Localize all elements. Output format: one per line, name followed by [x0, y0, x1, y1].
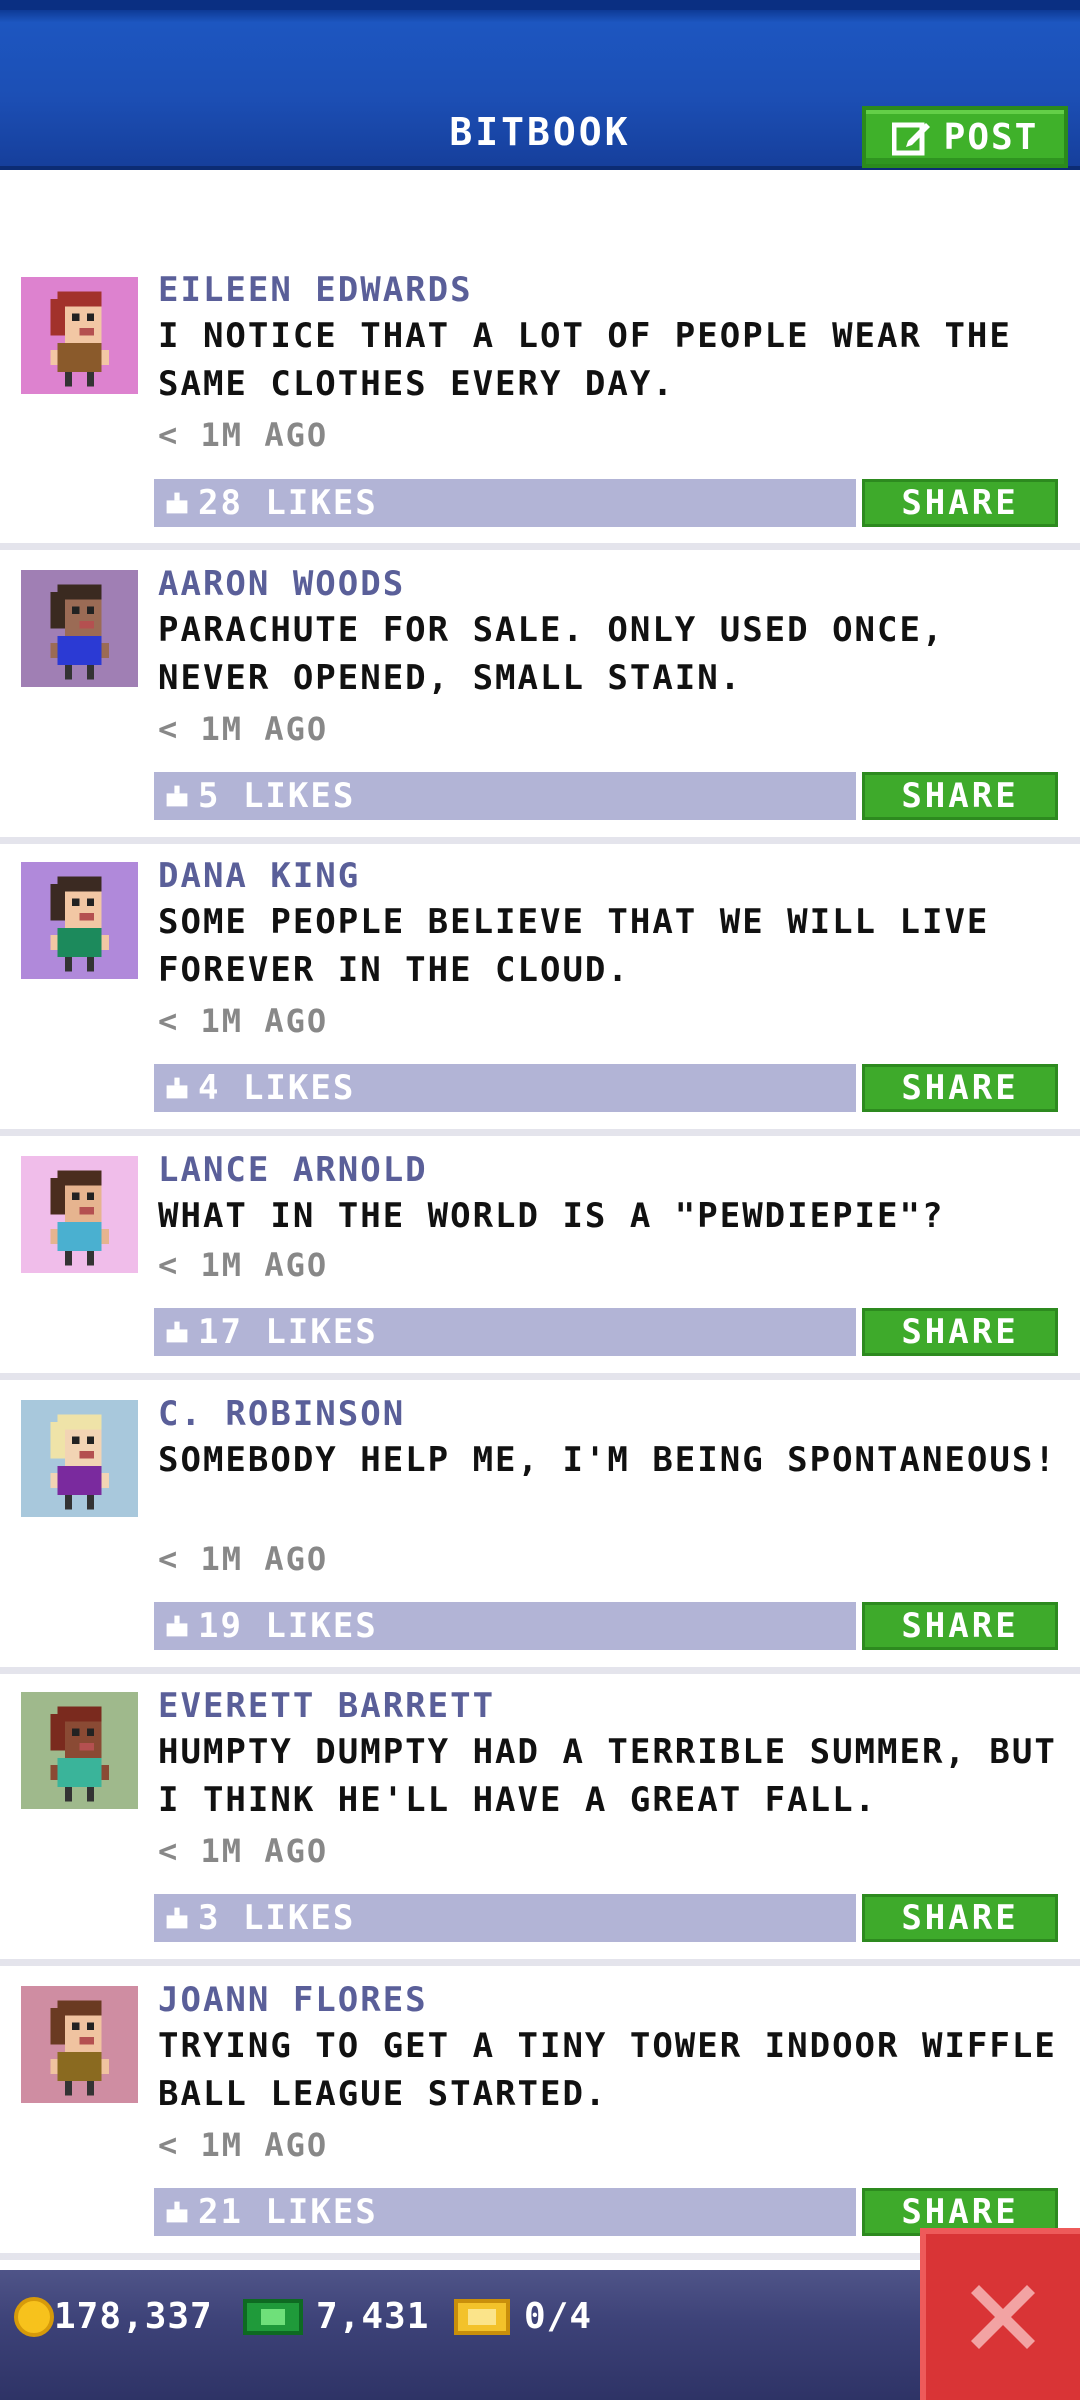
- like-bar[interactable]: 28 LIKES: [154, 479, 856, 527]
- feed-post: LANCE ARNOLD WHAT IN THE WORLD IS A "PEW…: [0, 1136, 1080, 1380]
- share-button[interactable]: SHARE: [862, 479, 1058, 527]
- bux-balance: 7,431: [240, 2296, 429, 2337]
- post-time: < 1M AGO: [158, 1246, 329, 1284]
- post-author[interactable]: AARON WOODS: [158, 564, 405, 604]
- feed-post: AARON WOODS PARACHUTE FOR SALE. ONLY USE…: [0, 550, 1080, 844]
- like-count: 17 LIKES: [198, 1312, 378, 1352]
- thumbs-up-icon: [166, 2201, 188, 2223]
- thumbs-up-icon: [166, 492, 188, 514]
- person-avatar-icon: [21, 1400, 138, 1517]
- close-button[interactable]: [920, 2228, 1080, 2400]
- post-button[interactable]: POST: [862, 106, 1068, 168]
- thumbs-up-icon: [166, 1615, 188, 1637]
- post-time: < 1M AGO: [158, 710, 329, 748]
- avatar[interactable]: [21, 1692, 138, 1809]
- post-button-label: POST: [943, 116, 1039, 158]
- like-bar[interactable]: 4 LIKES: [154, 1064, 856, 1112]
- like-bar[interactable]: 21 LIKES: [154, 2188, 856, 2236]
- post-text: PARACHUTE FOR SALE. ONLY USED ONCE, NEVE…: [158, 610, 945, 698]
- coin-balance: 178,337: [14, 2296, 213, 2337]
- coin-icon: [14, 2296, 54, 2337]
- person-avatar-icon: [21, 570, 138, 687]
- ticket-icon: [454, 2298, 510, 2335]
- post-time: < 1M AGO: [158, 2126, 329, 2164]
- post-time: < 1M AGO: [158, 416, 329, 454]
- like-count: 3 LIKES: [198, 1898, 356, 1938]
- ticket-balance: 0/4: [452, 2296, 592, 2337]
- post-text: I NOTICE THAT A LOT OF PEOPLE WEAR THE S…: [158, 316, 1012, 404]
- share-button[interactable]: SHARE: [862, 772, 1058, 820]
- bux-icon: [243, 2298, 303, 2335]
- person-avatar-icon: [21, 277, 138, 394]
- post-author[interactable]: DANA KING: [158, 856, 360, 896]
- avatar[interactable]: [21, 1400, 138, 1517]
- feed-post: EVERETT BARRETT HUMPTY DUMPTY HAD A TERR…: [0, 1674, 1080, 1966]
- like-count: 5 LIKES: [198, 776, 356, 816]
- person-avatar-icon: [21, 1692, 138, 1809]
- post-text: TRYING TO GET A TINY TOWER INDOOR WIFFLE…: [158, 2026, 1057, 2114]
- avatar[interactable]: [21, 277, 138, 394]
- post-author[interactable]: EILEEN EDWARDS: [158, 270, 473, 310]
- share-button[interactable]: SHARE: [862, 1602, 1058, 1650]
- ticket-count: 0/4: [524, 2296, 593, 2337]
- feed-post: EILEEN EDWARDS I NOTICE THAT A LOT OF PE…: [0, 170, 1080, 550]
- post-author[interactable]: LANCE ARNOLD: [158, 1150, 428, 1190]
- share-button[interactable]: SHARE: [862, 1064, 1058, 1112]
- avatar[interactable]: [21, 862, 138, 979]
- post-text: SOME PEOPLE BELIEVE THAT WE WILL LIVE FO…: [158, 902, 990, 990]
- post-author[interactable]: C. ROBINSON: [158, 1394, 405, 1434]
- thumbs-up-icon: [166, 1321, 188, 1343]
- person-avatar-icon: [21, 1986, 138, 2103]
- post-text: WHAT IN THE WORLD IS A "PEWDIEPIE"?: [158, 1196, 945, 1236]
- compose-icon: [891, 122, 930, 156]
- like-bar[interactable]: 5 LIKES: [154, 772, 856, 820]
- post-text: SOMEBODY HELP ME, I'M BEING SPONTANEOUS!: [158, 1440, 1057, 1480]
- like-count: 21 LIKES: [198, 2192, 378, 2232]
- bux-count: 7,431: [316, 2296, 430, 2337]
- like-count: 4 LIKES: [198, 1068, 356, 1108]
- like-count: 28 LIKES: [198, 483, 378, 523]
- thumbs-up-icon: [166, 1077, 188, 1099]
- post-time: < 1M AGO: [158, 1832, 329, 1870]
- like-count: 19 LIKES: [198, 1606, 378, 1646]
- post-author[interactable]: JOANN FLORES: [158, 1980, 428, 2020]
- avatar[interactable]: [21, 570, 138, 687]
- coin-count: 178,337: [54, 2296, 213, 2337]
- avatar[interactable]: [21, 1986, 138, 2103]
- post-text: HUMPTY DUMPTY HAD A TERRIBLE SUMMER, BUT…: [158, 1732, 1057, 1820]
- person-avatar-icon: [21, 1156, 138, 1273]
- top-bar: BITBOOK POST: [0, 0, 1080, 170]
- thumbs-up-icon: [166, 785, 188, 807]
- feed-post: JOANN FLORES TRYING TO GET A TINY TOWER …: [0, 1966, 1080, 2260]
- post-author[interactable]: EVERETT BARRETT: [158, 1686, 495, 1726]
- thumbs-up-icon: [166, 1907, 188, 1929]
- like-bar[interactable]: 17 LIKES: [154, 1308, 856, 1356]
- person-avatar-icon: [21, 862, 138, 979]
- post-time: < 1M AGO: [158, 1540, 329, 1578]
- post-time: < 1M AGO: [158, 1002, 329, 1040]
- like-bar[interactable]: 3 LIKES: [154, 1894, 856, 1942]
- share-button[interactable]: SHARE: [862, 1894, 1058, 1942]
- feed-post: DANA KING SOME PEOPLE BELIEVE THAT WE WI…: [0, 844, 1080, 1136]
- avatar[interactable]: [21, 1156, 138, 1273]
- like-bar[interactable]: 19 LIKES: [154, 1602, 856, 1650]
- share-button[interactable]: SHARE: [862, 1308, 1058, 1356]
- feed-post: C. ROBINSON SOMEBODY HELP ME, I'M BEING …: [0, 1380, 1080, 1674]
- close-icon: [971, 2285, 1035, 2349]
